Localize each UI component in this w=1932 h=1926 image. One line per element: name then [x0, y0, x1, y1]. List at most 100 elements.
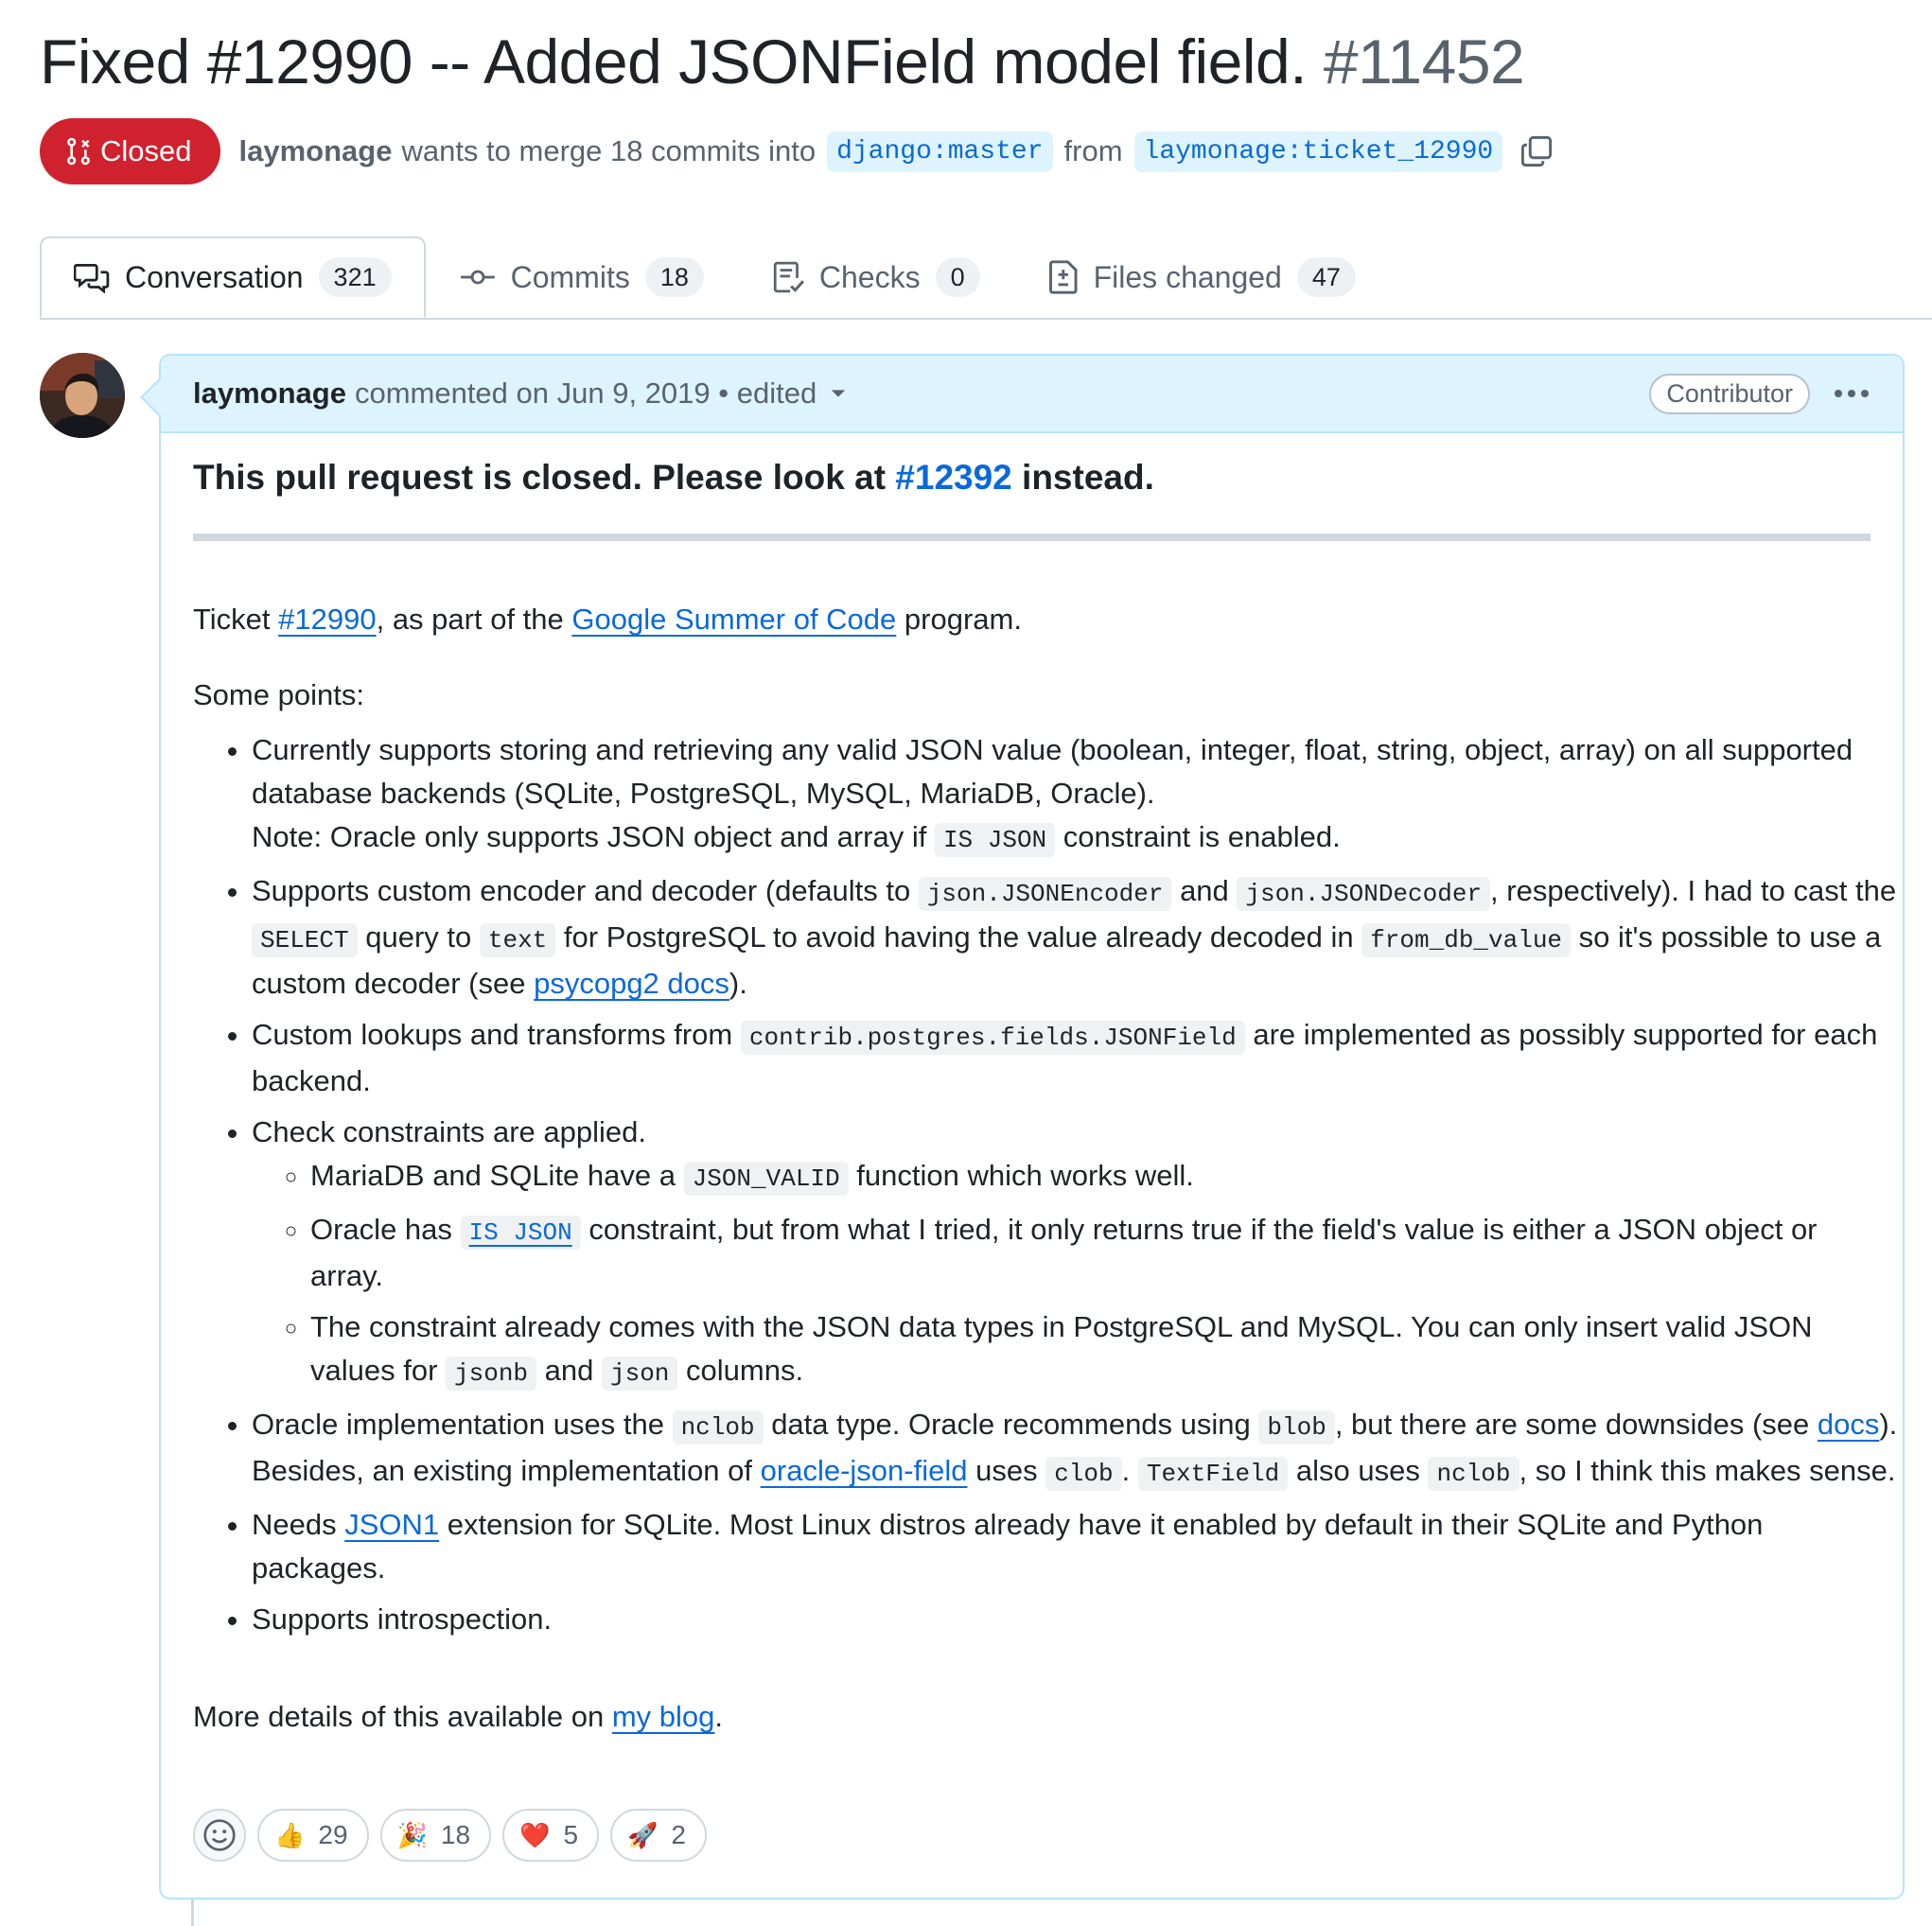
comment-discussion-icon	[74, 263, 110, 293]
tab-files-changed[interactable]: Files changed 47	[1014, 236, 1390, 318]
point-text: Oracle has	[310, 1213, 461, 1246]
point-text: .	[1121, 1454, 1138, 1487]
point-text: constraint is enabled.	[1055, 820, 1341, 853]
point-text: for PostgreSQL to avoid having the value…	[555, 920, 1362, 954]
point-text: query to	[357, 920, 480, 954]
divider	[193, 534, 1871, 541]
tab-counter: 18	[644, 257, 704, 297]
reaction-rocket[interactable]: 🚀 2	[610, 1809, 707, 1862]
list-item: Oracle implementation uses the nclob dat…	[252, 1403, 1898, 1496]
some-points-label: Some points:	[193, 678, 364, 711]
list-item: Check constraints are applied. MariaDB a…	[252, 1111, 1898, 1395]
avatar[interactable]	[40, 353, 125, 438]
chevron-down-icon[interactable]	[830, 388, 847, 399]
pr-title-text: Fixed #12990 -- Added JSONField model fi…	[40, 26, 1308, 96]
sub-list-item: MariaDB and SQLite have a JSON_VALID fun…	[310, 1154, 1898, 1200]
point-text: Oracle implementation uses the	[252, 1408, 673, 1441]
sub-list: MariaDB and SQLite have a JSON_VALID fun…	[252, 1154, 1898, 1395]
inline-code: json.JSONDecoder	[1237, 877, 1491, 911]
tab-commits[interactable]: Commits 18	[426, 236, 738, 318]
oracle-json-field-link[interactable]: oracle-json-field	[761, 1454, 968, 1487]
closed-notice: This pull request is closed. Please look…	[193, 454, 1154, 501]
base-branch[interactable]: django:master	[827, 131, 1053, 172]
point-text: ).	[729, 967, 747, 1000]
tab-label: Files changed	[1093, 259, 1282, 294]
comment-meta: commented on Jun 9, 2019 •	[354, 376, 729, 410]
from-text: from	[1063, 134, 1123, 167]
ticket-link[interactable]: #12990	[278, 603, 376, 636]
point-text: Note: Oracle only supports JSON object a…	[252, 820, 935, 853]
reaction-hooray[interactable]: 🎉 18	[379, 1809, 492, 1862]
inline-code: json.JSONEncoder	[918, 877, 1172, 911]
party-popper-icon: 🎉	[396, 1821, 428, 1849]
tab-label: Commits	[510, 259, 630, 294]
inline-code: from_db_value	[1361, 923, 1572, 957]
pr-title: Fixed #12990 -- Added JSONField model fi…	[40, 21, 1525, 102]
ticket-paragraph: Ticket #12990, as part of the Google Sum…	[193, 598, 1022, 641]
list-item: Supports introspection.	[252, 1598, 1898, 1641]
reaction-count: 5	[563, 1820, 579, 1849]
tab-checks[interactable]: Checks 0	[738, 236, 1014, 318]
point-text: and	[536, 1354, 602, 1387]
is-json-link[interactable]: IS JSON	[460, 1216, 581, 1250]
inline-code: jsonb	[446, 1357, 537, 1391]
git-commit-icon	[460, 270, 495, 285]
inline-code: TextField	[1137, 1457, 1289, 1491]
reaction-count: 29	[318, 1820, 348, 1849]
reaction-heart[interactable]: ❤️ 5	[502, 1809, 600, 1862]
edited-label[interactable]: edited	[737, 376, 817, 411]
inline-code: nclob	[672, 1410, 764, 1444]
list-item: Custom lookups and transforms from contr…	[252, 1013, 1898, 1103]
checklist-icon	[773, 261, 804, 293]
kebab-menu-icon[interactable]	[1833, 389, 1871, 398]
reactions-bar: 👍 29 🎉 18 ❤️ 5 🚀 2	[193, 1809, 707, 1862]
sub-list-item: The constraint already comes with the JS…	[310, 1305, 1898, 1395]
notice-text: This pull request is closed. Please look…	[193, 458, 896, 497]
contributor-badge: Contributor	[1649, 373, 1810, 414]
inline-code: IS JSON	[934, 823, 1056, 857]
notice-text-end: instead.	[1011, 458, 1154, 497]
notice-link[interactable]: #12392	[895, 458, 1011, 497]
inline-code: blob	[1258, 1410, 1335, 1444]
point-text: Currently supports storing and retrievin…	[252, 733, 1853, 810]
pr-number: #11452	[1323, 26, 1525, 96]
tab-label: Conversation	[125, 259, 304, 294]
gsoc-link[interactable]: Google Summer of Code	[571, 603, 896, 636]
blog-link[interactable]: my blog	[612, 1700, 715, 1733]
list-item: Supports custom encoder and decoder (def…	[252, 869, 1898, 1006]
heart-icon: ❤️	[519, 1821, 551, 1849]
inline-code: JSON_VALID	[683, 1162, 849, 1196]
point-text: data type. Oracle recommends using	[763, 1408, 1259, 1441]
ticket-text: , as part of the	[376, 603, 572, 636]
more-details-paragraph: More details of this available on my blo…	[193, 1695, 723, 1739]
reaction-thumbs-up[interactable]: 👍 29	[257, 1809, 369, 1862]
state-badge: Closed	[40, 118, 220, 184]
smiley-icon	[203, 1819, 236, 1851]
state-label: Closed	[100, 134, 192, 167]
head-branch[interactable]: laymonage:ticket_12990	[1133, 131, 1503, 172]
tab-counter: 0	[935, 257, 980, 297]
docs-link[interactable]: docs	[1818, 1408, 1879, 1441]
point-text: , respectively). I had to cast the	[1490, 874, 1897, 907]
more-text: More details of this available on	[193, 1700, 612, 1733]
point-text: Check constraints are applied.	[252, 1115, 647, 1148]
pr-meta: Closed laymonage wants to merge 18 commi…	[40, 118, 1554, 184]
git-pr-closed-icon	[67, 137, 90, 166]
psycopg2-docs-link[interactable]: psycopg2 docs	[534, 967, 729, 1000]
copy-icon[interactable]	[1519, 134, 1554, 168]
inline-code: contrib.postgres.fields.JSONField	[740, 1021, 1245, 1055]
pr-author[interactable]: laymonage	[239, 134, 393, 168]
tab-conversation[interactable]: Conversation 321	[40, 236, 426, 318]
point-text: Supports custom encoder and decoder (def…	[252, 874, 919, 907]
point-text: Custom lookups and transforms from	[252, 1018, 741, 1051]
more-text: .	[714, 1700, 724, 1733]
sub-list-item: Oracle has IS JSON constraint, but from …	[310, 1208, 1898, 1298]
json1-link[interactable]: JSON1	[344, 1508, 439, 1541]
add-reaction-button[interactable]	[193, 1809, 246, 1862]
tab-counter: 47	[1296, 257, 1356, 297]
merge-text: wants to merge 18 commits into	[401, 134, 817, 167]
point-text: uses	[967, 1454, 1046, 1487]
ticket-text: program.	[896, 603, 1022, 636]
reaction-count: 2	[671, 1820, 686, 1849]
comment-author[interactable]: laymonage	[193, 376, 346, 411]
